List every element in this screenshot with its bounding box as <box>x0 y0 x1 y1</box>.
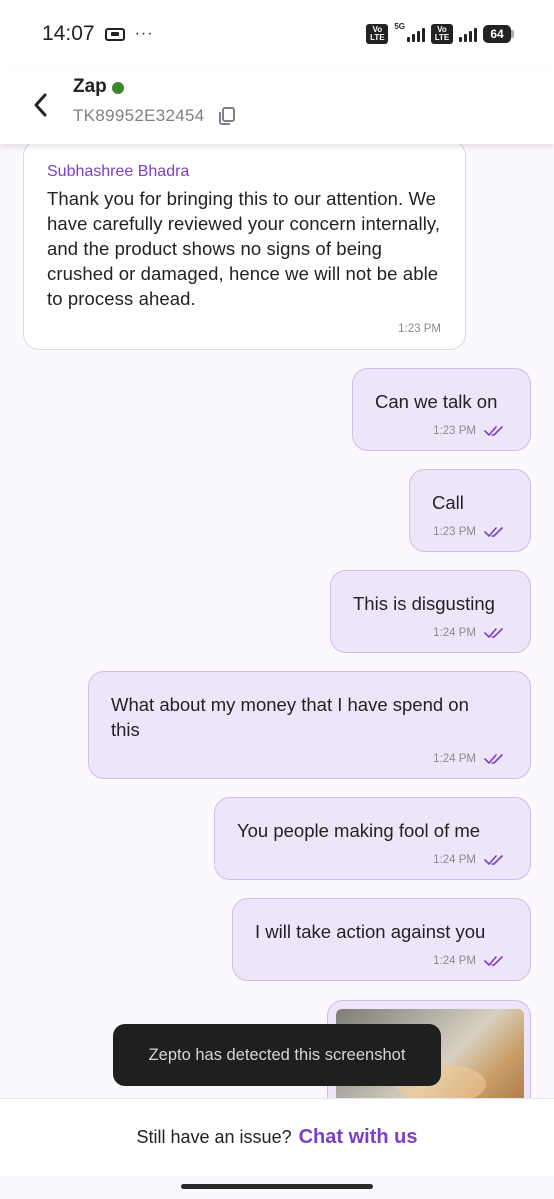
message-time: 1:24 PM <box>433 854 476 866</box>
user-message: This is disgusting 1:24 PM <box>330 570 531 653</box>
message-meta: 1:23 PM <box>433 425 504 437</box>
message-meta: 1:24 PM <box>433 753 504 765</box>
user-message: Can we talk on 1:23 PM <box>352 368 531 451</box>
message-time: 1:24 PM <box>433 627 476 639</box>
agent-message: Subhashree Bhadra Thank you for bringing… <box>23 144 466 350</box>
double-tick-icon <box>484 426 503 437</box>
signal-icon-2 <box>459 26 477 42</box>
sim-card-icon <box>104 27 125 41</box>
double-tick-icon <box>484 527 503 538</box>
message-time: 1:24 PM <box>433 753 476 765</box>
double-tick-icon <box>484 855 503 866</box>
bottom-bar: Still have an issue? Chat with us <box>0 1098 554 1176</box>
chat-with-us-link[interactable]: Chat with us <box>299 1126 418 1149</box>
back-arrow-icon[interactable] <box>30 90 52 120</box>
message-time: 1:23 PM <box>433 425 476 437</box>
chat-header: Zap TK89952E32454 <box>0 68 554 144</box>
user-message: I will take action against you 1:24 PM <box>232 898 531 981</box>
clock: 14:07 <box>42 22 95 45</box>
message-text: Can we talk on <box>375 391 498 412</box>
volte-icon: Vo LTE <box>366 24 389 44</box>
message-text: This is disgusting <box>353 593 495 614</box>
message-text: Thank you for bringing this to our atten… <box>47 188 441 309</box>
message-meta: 1:24 PM <box>433 955 504 967</box>
message-time: 1:24 PM <box>433 955 476 967</box>
message-text: Call <box>432 492 464 513</box>
ticket-id: TK89952E32454 <box>73 106 205 125</box>
message-meta: 1:24 PM <box>433 854 504 866</box>
message-time: 1:23 PM <box>398 323 441 335</box>
home-indicator[interactable] <box>181 1184 373 1189</box>
user-message: You people making fool of me 1:24 PM <box>214 797 531 880</box>
battery-level: 64 <box>483 25 511 43</box>
user-message: Call 1:23 PM <box>409 469 531 552</box>
chat-messages[interactable]: Subhashree Bhadra Thank you for bringing… <box>0 144 554 1098</box>
signal-icon <box>407 26 425 42</box>
message-text: What about my money that I have spend on… <box>111 694 469 740</box>
user-message: What about my money that I have spend on… <box>88 671 531 779</box>
double-tick-icon <box>484 754 503 765</box>
chat-title: Zap <box>73 76 107 97</box>
message-time: 1:23 PM <box>433 526 476 538</box>
online-status-dot <box>112 82 124 94</box>
network-type-label: 5G <box>394 21 405 31</box>
message-meta: 1:23 PM <box>433 526 504 538</box>
double-tick-icon <box>484 628 503 639</box>
message-text: I will take action against you <box>255 921 486 942</box>
agent-name: Subhashree Bhadra <box>47 163 190 180</box>
gesture-nav-area <box>0 1176 554 1199</box>
more-notifications-icon: ··· <box>134 25 154 42</box>
copy-icon[interactable] <box>217 106 237 126</box>
status-right: Vo LTE 5G Vo LTE 64 <box>366 21 514 44</box>
battery-icon: 64 <box>483 25 514 43</box>
battery-cap <box>511 30 514 38</box>
volte-icon-2: Vo LTE <box>431 24 453 44</box>
status-bar: 14:07 ··· Vo LTE 5G Vo LTE 64 <box>0 0 554 68</box>
message-text: You people making fool of me <box>237 820 481 841</box>
issue-question: Still have an issue? <box>136 1127 292 1147</box>
message-meta: 1:24 PM <box>433 627 504 639</box>
double-tick-icon <box>484 956 503 967</box>
status-left: 14:07 ··· <box>42 22 154 46</box>
screenshot-toast: Zepto has detected this screenshot <box>113 1024 441 1086</box>
